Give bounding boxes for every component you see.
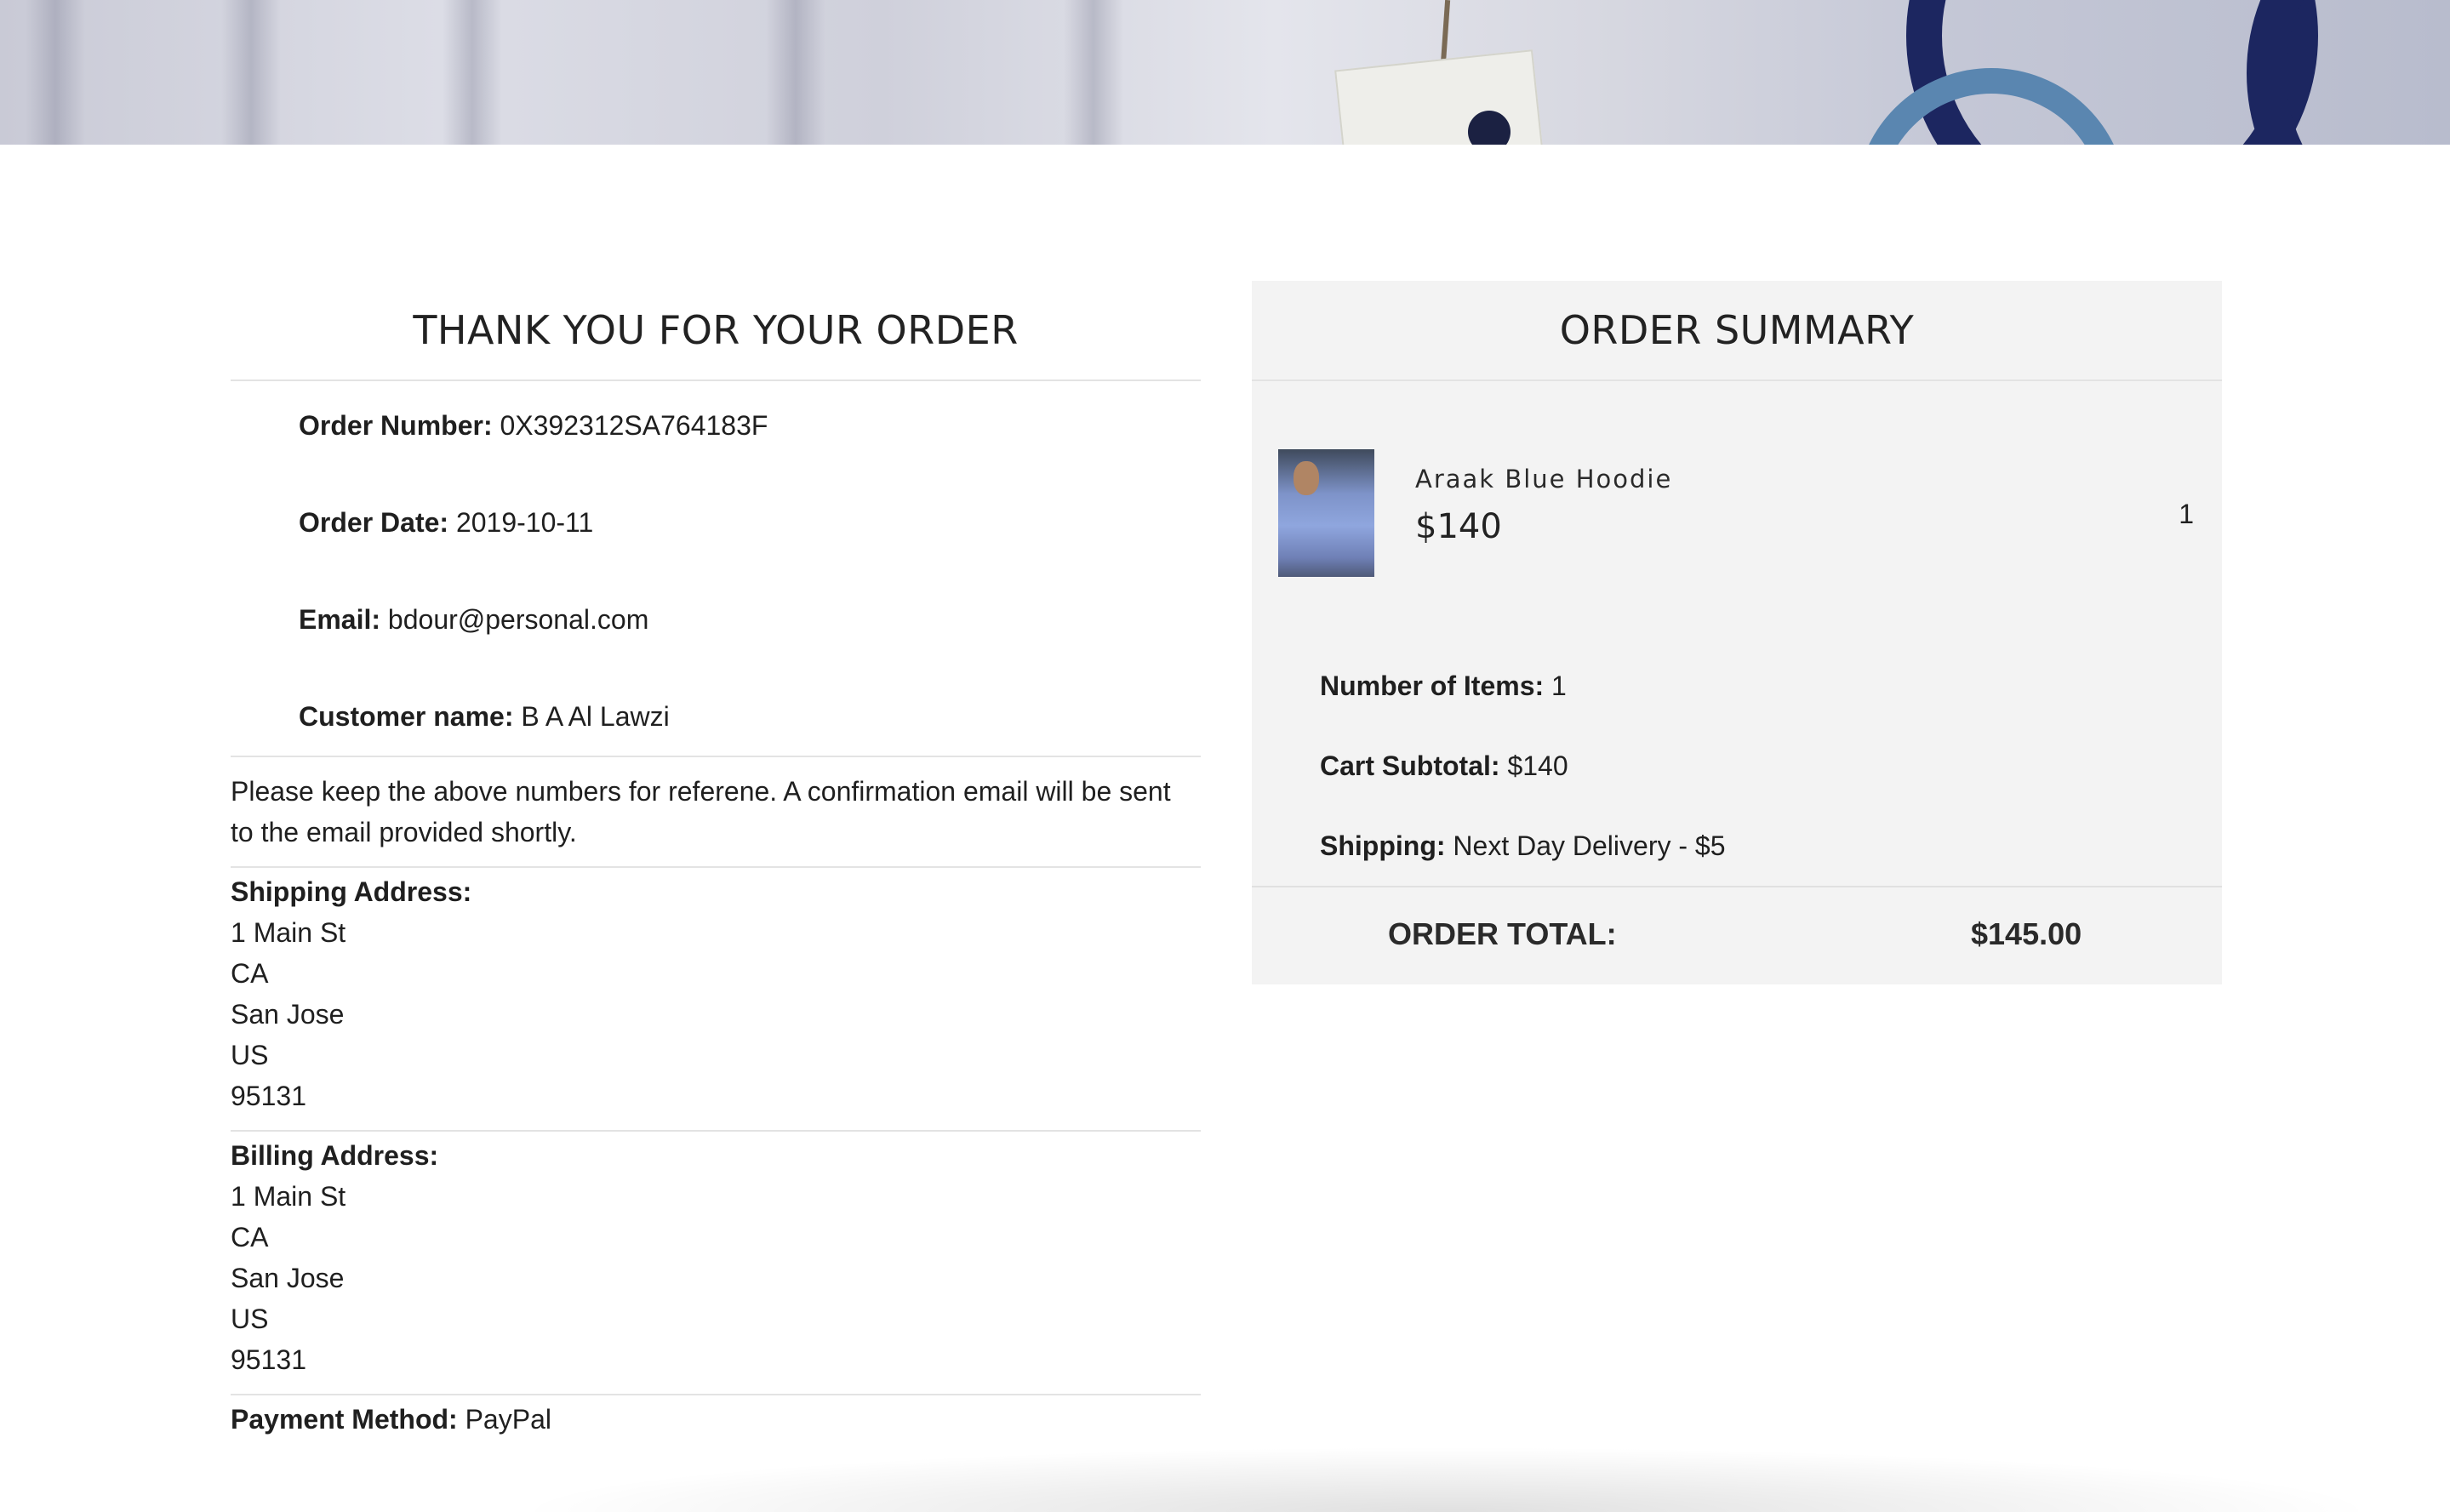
product-name: Araak Blue Hoodie <box>1415 465 1673 494</box>
shipping-address-line: San Jose <box>231 999 345 1030</box>
billing-address-line: San Jose <box>231 1263 345 1293</box>
number-of-items-row: Number of Items: 1 <box>1320 672 2171 752</box>
customer-name-row: Customer name: B A Al Lawzi <box>231 672 1201 769</box>
order-number-label: Order Number: <box>299 410 493 441</box>
order-summary-panel: ORDER SUMMARY Araak Blue Hoodie $140 1 N… <box>1252 281 2222 984</box>
number-of-items-value: 1 <box>1551 670 1567 701</box>
billing-address: Billing Address: 1 Main St CA San Jose U… <box>231 1132 1201 1395</box>
summary-title: ORDER SUMMARY <box>1252 281 2222 381</box>
summary-details: Number of Items: 1 Cart Subtotal: $140 S… <box>1320 672 2171 912</box>
product-quantity: 1 <box>2179 499 2194 529</box>
product-thumbnail[interactable] <box>1278 449 1374 577</box>
confirmation-title: THANK YOU FOR YOUR ORDER <box>231 281 1201 381</box>
email-label: Email: <box>299 604 381 635</box>
order-number-row: Order Number: 0X392312SA764183F <box>231 381 1201 478</box>
shipping-address-label: Shipping Address: <box>231 876 472 907</box>
order-info: Order Number: 0X392312SA764183F Order Da… <box>231 381 1201 757</box>
reference-note: Please keep the above numbers for refere… <box>231 757 1201 868</box>
customer-name-label: Customer name: <box>299 701 514 732</box>
payment-method: Payment Method: PayPal <box>231 1395 1201 1443</box>
order-date-row: Order Date: 2019-10-11 <box>231 478 1201 575</box>
billing-address-line: 1 Main St <box>231 1181 346 1212</box>
order-date-value: 2019-10-11 <box>455 507 594 538</box>
order-number-value: 0X392312SA764183F <box>500 410 768 441</box>
footer-shadow <box>511 1446 2383 1512</box>
billing-address-line: 95131 <box>231 1344 306 1375</box>
shipping-address-line: US <box>231 1040 269 1070</box>
shipping-label: Shipping: <box>1320 830 1446 861</box>
fabric-fold <box>221 0 281 145</box>
email-value: bdour@personal.com <box>387 604 649 635</box>
shipping-address-line: 95131 <box>231 1081 306 1111</box>
shipping-address: Shipping Address: 1 Main St CA San Jose … <box>231 868 1201 1132</box>
order-total-value: $145.00 <box>1971 916 2082 951</box>
hero-banner-image <box>0 0 2450 145</box>
billing-address-line: US <box>231 1304 269 1334</box>
payment-method-value: PayPal <box>465 1404 551 1435</box>
product-price: $140 <box>1415 507 1502 546</box>
clothing-tag <box>1334 49 1545 145</box>
cart-subtotal-label: Cart Subtotal: <box>1320 750 1500 781</box>
billing-address-label: Billing Address: <box>231 1140 439 1171</box>
payment-method-label: Payment Method: <box>231 1404 458 1435</box>
email-row: Email: bdour@personal.com <box>231 575 1201 672</box>
number-of-items-label: Number of Items: <box>1320 670 1545 701</box>
customer-name-value: B A Al Lawzi <box>521 701 670 732</box>
shipping-address-line: CA <box>231 958 269 989</box>
order-total-bar: ORDER TOTAL: $145.00 <box>1252 886 2222 984</box>
fabric-fold <box>766 0 825 145</box>
shipping-value: Next Day Delivery - $5 <box>1453 830 1726 861</box>
decor-ring <box>2247 0 2450 145</box>
cart-subtotal-row: Cart Subtotal: $140 <box>1320 752 2171 832</box>
fabric-fold <box>443 0 502 145</box>
order-confirmation: THANK YOU FOR YOUR ORDER Order Number: 0… <box>231 281 1201 1443</box>
fabric-fold <box>1064 0 1123 145</box>
order-date-label: Order Date: <box>299 507 449 538</box>
cart-subtotal-value: $140 <box>1507 750 1568 781</box>
model-face <box>1294 461 1319 495</box>
fabric-fold <box>26 0 85 145</box>
shipping-address-line: 1 Main St <box>231 917 346 948</box>
order-total-label: ORDER TOTAL: <box>1388 916 1617 951</box>
billing-address-line: CA <box>231 1222 269 1252</box>
